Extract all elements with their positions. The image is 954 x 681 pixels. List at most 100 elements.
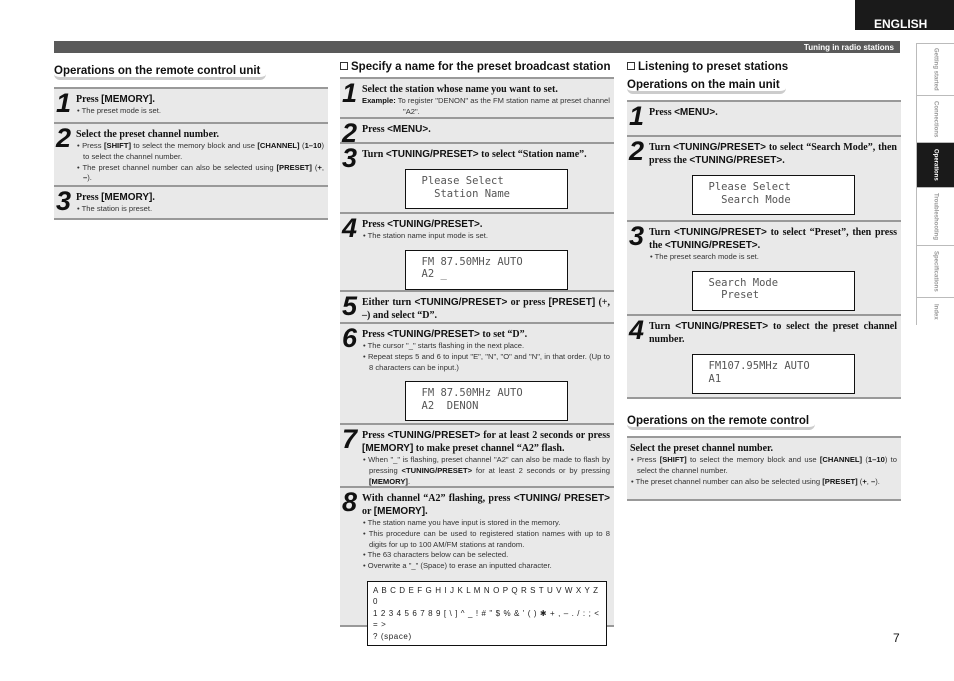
text: for at least 2 seconds or press bbox=[480, 430, 610, 441]
step-number: 3 bbox=[56, 186, 72, 216]
character-row: ? (space) bbox=[373, 631, 412, 641]
side-tab-specifications[interactable]: Specifications bbox=[916, 245, 954, 297]
lcd-line: A2 _ bbox=[421, 268, 447, 281]
text: Overwrite a "_" (Space) to erase an inpu… bbox=[367, 561, 552, 571]
side-tab-connections[interactable]: Connections bbox=[916, 95, 954, 142]
remote-step: Select the preset channel number. • Press… bbox=[627, 436, 901, 499]
bullet: • Overwrite a "_" (Space) to erase an in… bbox=[363, 561, 552, 571]
lcd-display: Search Mode Preset bbox=[691, 270, 855, 311]
control-name: <TUNING/PRESET> bbox=[414, 297, 508, 308]
lcd-display: Please Select Search Mode bbox=[691, 175, 855, 215]
control-name: [MEMORY] bbox=[373, 506, 426, 517]
control-name: <TUNING/PRESET> bbox=[385, 149, 479, 160]
example: Example: To register "DENON" as the FM s… bbox=[362, 96, 610, 118]
step-number: 1 bbox=[342, 78, 358, 108]
side-tab-troubleshooting[interactable]: Troubleshooting bbox=[916, 187, 954, 245]
step-3: 3 Press [MEMORY]. • The station is preset. bbox=[54, 185, 328, 218]
text: Select the preset channel number. bbox=[630, 443, 774, 454]
text: to make preset channel “A2” flash. bbox=[413, 443, 565, 454]
text: Turn bbox=[649, 321, 676, 332]
text: Press bbox=[362, 124, 388, 135]
text: Press bbox=[636, 455, 660, 464]
control-name: <TUNING/PRESET> bbox=[664, 240, 758, 251]
bullet: • The 63 characters below can be selecte… bbox=[363, 550, 509, 560]
text: . bbox=[425, 506, 428, 517]
side-tab-label: Troubleshooting bbox=[932, 193, 939, 240]
bullet: • The preset mode is set. bbox=[77, 106, 161, 115]
step-3: 3 Turn <TUNING/PRESET> to select “Station… bbox=[340, 142, 614, 212]
text: Turn bbox=[649, 142, 674, 153]
text: Press bbox=[76, 94, 102, 105]
text: ). bbox=[875, 476, 880, 486]
text: The preset channel number can also be se… bbox=[82, 162, 277, 172]
lcd-display: FM107.95MHz AUTO A1 bbox=[691, 354, 855, 394]
text: . bbox=[479, 219, 483, 230]
subtitle: Operations on the main unit bbox=[627, 79, 786, 94]
bullet: • The preset channel number can also be … bbox=[77, 162, 324, 183]
bullet: • Press [SHIFT] to select the memory blo… bbox=[631, 455, 897, 475]
column-remote-unit: Operations on the remote control unit 1P… bbox=[54, 61, 328, 220]
lcd-display: FM 87.50MHz AUTO A2 _ bbox=[404, 249, 568, 290]
control-name: <MENU> bbox=[674, 107, 716, 118]
header-bar: Tuning in radio stations bbox=[54, 41, 900, 53]
step-4: 4 Press <TUNING/PRESET>. • The station nam… bbox=[340, 212, 614, 290]
control-name: [PRESET] bbox=[548, 297, 596, 308]
side-tab-getting-started[interactable]: Getting started bbox=[916, 43, 954, 95]
text: . bbox=[782, 155, 785, 166]
text: Press bbox=[82, 141, 104, 150]
page-number: 7 bbox=[893, 631, 900, 645]
subtitle: Operations on the remote control bbox=[627, 415, 816, 430]
example-text: To register "DENON" as the FM station na… bbox=[397, 96, 610, 116]
step-heading: Press [MEMORY]. bbox=[76, 93, 324, 106]
bullet: • The station name input mode is set. bbox=[363, 231, 488, 240]
step-number: 3 bbox=[629, 221, 645, 251]
side-tab-index[interactable]: Index bbox=[916, 297, 954, 325]
side-tab-operations[interactable]: Operations bbox=[916, 142, 954, 187]
column-listening: Listening to preset stations Operations … bbox=[627, 61, 901, 501]
column-station-name: Specify a name for the preset broadcast … bbox=[340, 61, 614, 647]
control-name: <MENU> bbox=[387, 124, 429, 135]
side-tab-label: Operations bbox=[932, 149, 939, 181]
step-number: 8 bbox=[342, 487, 358, 517]
step-heading: Press <TUNING/PRESET> for at least 2 sec… bbox=[362, 429, 610, 455]
lcd-line: A2 DENON bbox=[421, 399, 479, 412]
lcd-line: Search Mode bbox=[708, 276, 779, 289]
step-1: 1 Press [MEMORY]. • The preset mode is set… bbox=[54, 87, 328, 122]
step-list: 1 Select the station whose name you want … bbox=[340, 77, 614, 647]
bullet: • The cursor "_" starts flashing in the … bbox=[363, 341, 525, 350]
text: Repeat steps 5 and 6 to input "E", "N", … bbox=[367, 351, 610, 372]
control-name: [PRESET] bbox=[276, 162, 312, 172]
control-name: 1–10 bbox=[867, 455, 885, 464]
step-number: 3 bbox=[342, 143, 358, 173]
step-heading: Turn <TUNING/PRESET> to select the prese… bbox=[649, 320, 897, 346]
lcd-line: Search Mode bbox=[708, 193, 791, 206]
control-name: [MEMORY] bbox=[101, 94, 153, 105]
text: . bbox=[757, 240, 761, 251]
control-name: <TUNING/PRESET> bbox=[387, 219, 480, 230]
step-8: 8 With channel “A2” flashing, press <TUNI… bbox=[340, 486, 614, 647]
step-heading: Select the station whose name you want t… bbox=[362, 83, 610, 96]
text: to select the memory block and use bbox=[686, 455, 820, 464]
control-name: [CHANNEL] bbox=[257, 141, 300, 150]
text: Press bbox=[649, 107, 675, 118]
step-heading: Select the preset channel number. bbox=[76, 128, 324, 141]
text: , bbox=[321, 162, 324, 172]
text: Press bbox=[362, 329, 388, 340]
step-heading: Press <MENU>. bbox=[649, 106, 897, 119]
step-number: 7 bbox=[342, 424, 358, 454]
text: With channel “A2” flashing, press bbox=[362, 493, 514, 504]
text: The 63 characters below can be selected. bbox=[367, 550, 509, 560]
lcd-line: FM 87.50MHz AUTO bbox=[421, 387, 523, 400]
control-name: <TUNING/PRESET> bbox=[689, 155, 783, 166]
character-row: A B C D E F G H I J K L M N O P Q R S T … bbox=[373, 585, 599, 607]
step-heading: Press <MENU>. bbox=[362, 123, 610, 136]
character-table: A B C D E F G H I J K L M N O P Q R S T … bbox=[367, 580, 607, 647]
step-number: 6 bbox=[342, 323, 358, 353]
example-label: Example: bbox=[362, 96, 396, 105]
bullet: • The station is preset. bbox=[77, 204, 153, 213]
control-name: [MEMORY] bbox=[362, 443, 414, 454]
lcd-line: Please Select bbox=[708, 181, 791, 193]
control-name: <TUNING/ PRESET> bbox=[513, 493, 611, 504]
text: for at least 2 seconds or by pressing bbox=[472, 465, 610, 475]
lcd-line: Station Name bbox=[421, 187, 511, 200]
